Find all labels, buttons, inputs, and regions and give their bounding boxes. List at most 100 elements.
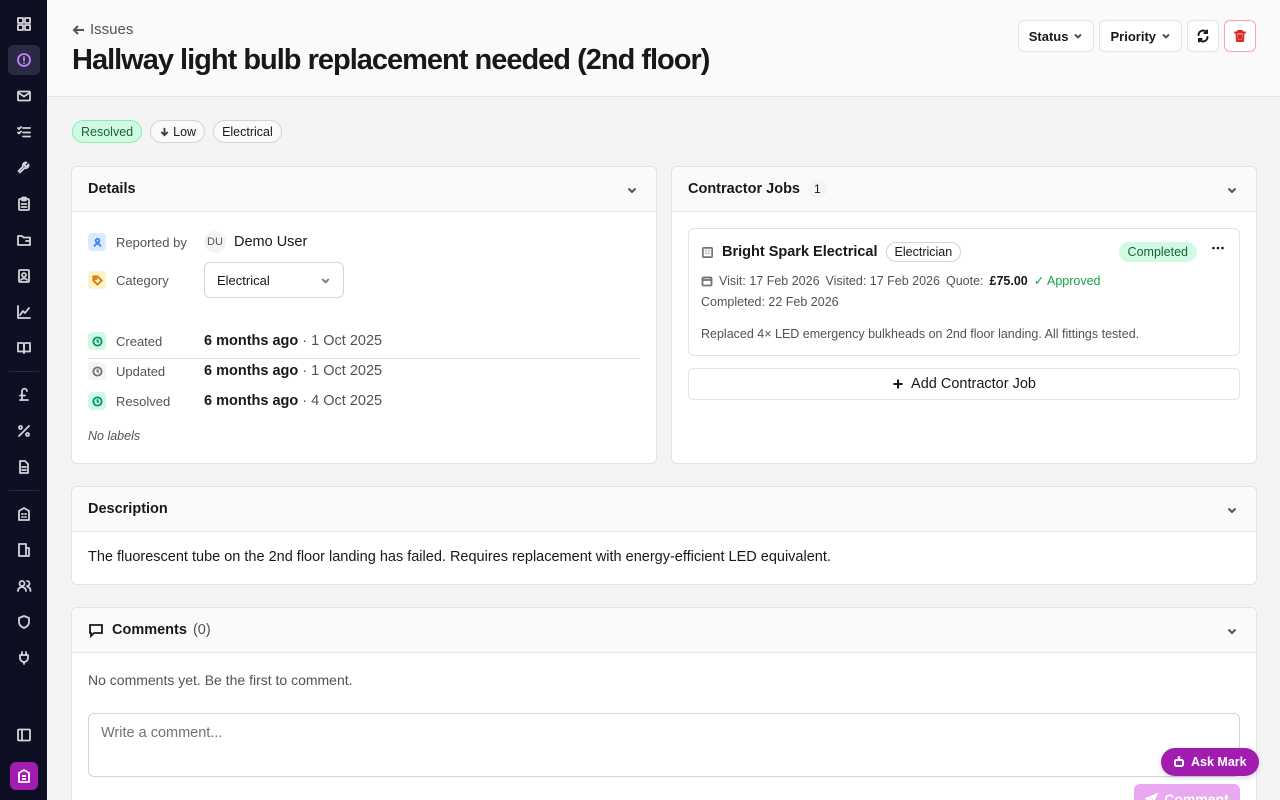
calendar-icon [701, 276, 713, 286]
brand-logo-icon[interactable] [9, 762, 38, 790]
priority-dropdown-label: Priority [1110, 28, 1156, 44]
category-badge: Electrical [213, 120, 282, 143]
details-body: Reported by DU Demo User Category Electr… [72, 212, 656, 463]
page-header: Issues Hallway light bulb replacement ne… [47, 0, 1280, 97]
issue-badges: Resolved Low Electrical [72, 120, 282, 143]
arrow-left-icon [72, 24, 84, 35]
tasks-nav-icon[interactable] [8, 117, 40, 147]
job-contractor: Bright Spark Electrical Electrician [701, 242, 962, 262]
refresh-button[interactable] [1187, 20, 1219, 52]
pound-nav-icon[interactable] [8, 380, 40, 410]
details-card-title: Details [88, 181, 136, 197]
updated-relative: 6 months ago [204, 363, 299, 379]
job-notes: Replaced 4× LED emergency bulkheads on 2… [701, 327, 1140, 341]
job-status-badge: Completed [1118, 242, 1197, 262]
plus-icon [893, 379, 903, 389]
category-select[interactable]: Electrical [204, 262, 344, 298]
resolved-relative: 6 months ago [204, 393, 299, 409]
trade-badge: Electrician [885, 242, 962, 262]
delete-button[interactable] [1224, 20, 1256, 52]
contractor-jobs-card: Contractor Jobs 1 Bright Spark Electrica… [671, 166, 1257, 464]
page-title: Hallway light bulb replacement needed (2… [72, 44, 710, 76]
updated-date: · 1 Oct 2025 [298, 363, 383, 379]
resolved-date: · 4 Oct 2025 [298, 393, 383, 409]
resolved-value: 6 months ago · 4 Oct 2025 [204, 393, 382, 409]
block-nav-icon[interactable] [8, 535, 40, 565]
refresh-icon [1197, 29, 1209, 43]
add-contractor-job-button[interactable]: Add Contractor Job [688, 368, 1240, 400]
created-date: · 1 Oct 2025 [298, 333, 383, 349]
collapse-sidebar-icon[interactable] [8, 720, 40, 750]
mail-nav-icon[interactable] [8, 81, 40, 111]
comments-card: Comments (0) No comments yet. Be the fir… [71, 607, 1257, 800]
job-visit-date: Visit: 17 Feb 2026 [719, 273, 820, 288]
building-nav-icon[interactable] [8, 499, 40, 529]
job-meta: Visit: 17 Feb 2026 Visited: 17 Feb 2026 … [701, 273, 1101, 288]
sidebar-bottom [0, 714, 47, 790]
more-options-icon[interactable] [1211, 241, 1225, 260]
comment-input[interactable]: Write a comment... [88, 713, 1240, 777]
header-actions: Status Priority [1017, 20, 1256, 52]
submit-comment-label: Comment [1164, 791, 1229, 800]
bot-icon [1174, 756, 1184, 767]
send-icon [1145, 792, 1159, 800]
chevron-down-icon[interactable] [626, 183, 638, 195]
shield-nav-icon[interactable] [8, 607, 40, 637]
description-card: Description The fluorescent tube on the … [71, 486, 1257, 585]
clock-icon [88, 332, 106, 350]
contractor-jobs-count: 1 [808, 180, 827, 198]
chevron-down-icon[interactable] [1226, 503, 1238, 515]
comments-card-header[interactable]: Comments (0) [72, 608, 1256, 653]
contractor-job-item[interactable]: Bright Spark Electrical Electrician Comp… [688, 228, 1240, 356]
clipboard-nav-icon[interactable] [8, 189, 40, 219]
contacts-nav-icon[interactable] [8, 261, 40, 291]
details-card-header[interactable]: Details [72, 167, 656, 212]
category-label: Category [116, 272, 169, 288]
dashboard-nav-icon[interactable] [8, 9, 40, 39]
status-dropdown-label: Status [1028, 28, 1069, 44]
resolved-row: Resolved 6 months ago · 4 Oct 2025 [88, 392, 382, 410]
add-contractor-job-label: Add Contractor Job [911, 376, 1036, 392]
job-approved-status: ✓ Approved [1033, 274, 1101, 288]
updated-row: Updated 6 months ago · 1 Oct 2025 [88, 362, 382, 380]
reported-by-row: Reported by DU Demo User [88, 231, 307, 253]
status-dropdown-button[interactable]: Status [1017, 20, 1095, 52]
avatar: DU [204, 231, 226, 253]
chevron-down-icon[interactable] [1226, 183, 1238, 195]
contractor-name: Bright Spark Electrical [722, 244, 878, 260]
chart-nav-icon[interactable] [8, 297, 40, 327]
submit-comment-button[interactable]: Comment [1134, 784, 1240, 800]
category-select-value: Electrical [217, 272, 270, 288]
no-labels-text: No labels [88, 429, 141, 443]
trash-icon [1234, 30, 1246, 42]
description-card-title: Description [88, 501, 168, 517]
document-nav-icon[interactable] [8, 452, 40, 482]
no-comments-text: No comments yet. Be the first to comment… [88, 672, 353, 688]
folder-nav-icon[interactable] [8, 225, 40, 255]
back-link-label: Issues [90, 21, 134, 38]
resolved-label: Resolved [116, 393, 171, 409]
created-value: 6 months ago · 1 Oct 2025 [204, 333, 382, 349]
ask-mark-button[interactable]: Ask Mark [1161, 748, 1259, 776]
ask-mark-label: Ask Mark [1191, 755, 1247, 769]
description-card-header[interactable]: Description [72, 487, 1256, 532]
comments-card-title: Comments [112, 622, 187, 638]
updated-label: Updated [116, 363, 166, 379]
user-icon [88, 233, 106, 251]
priority-dropdown-button[interactable]: Priority [1099, 20, 1182, 52]
plug-nav-icon[interactable] [8, 643, 40, 673]
chevron-down-icon[interactable] [1226, 624, 1238, 636]
wrench-nav-icon[interactable] [8, 153, 40, 183]
clock-icon [88, 392, 106, 410]
book-nav-icon[interactable] [8, 333, 40, 363]
people-nav-icon[interactable] [8, 571, 40, 601]
back-to-issues-link[interactable]: Issues [72, 21, 133, 38]
percent-nav-icon[interactable] [8, 416, 40, 446]
updated-value: 6 months ago · 1 Oct 2025 [204, 363, 382, 379]
category-row: Category Electrical [88, 262, 344, 298]
job-quote-label: Quote: [945, 273, 984, 288]
job-quote-value: £75.00 [989, 273, 1028, 288]
contractor-jobs-header[interactable]: Contractor Jobs 1 [672, 167, 1256, 212]
sidebar-nav [0, 0, 47, 800]
issues-nav-icon[interactable] [7, 45, 40, 75]
